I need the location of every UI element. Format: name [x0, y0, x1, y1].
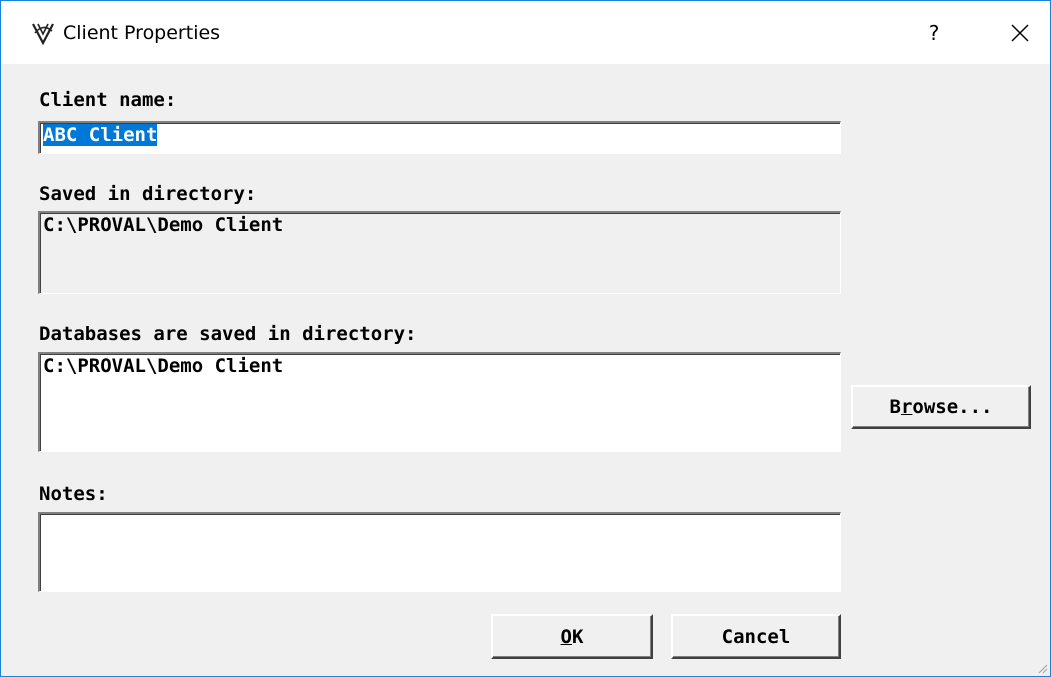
notes-input[interactable] — [38, 512, 841, 592]
ok-mnemonic: O — [560, 625, 572, 648]
client-properties-dialog: Client Properties ? Client name: ABC Cli… — [0, 0, 1051, 677]
cancel-button[interactable]: Cancel — [671, 614, 841, 659]
ok-label-end: K — [572, 625, 584, 648]
window-title: Client Properties — [63, 22, 221, 44]
title-bar[interactable]: Client Properties ? — [1, 1, 1050, 64]
browse-mnemonic: r — [900, 396, 913, 418]
browse-button[interactable]: Br owse... — [851, 385, 1031, 429]
databases-directory-label: Databases are saved in directory: — [39, 323, 417, 345]
app-logo-icon — [32, 23, 54, 45]
saved-directory-field: C:\PROVAL\Demo Client — [38, 211, 841, 294]
client-name-input[interactable]: ABC Client — [38, 121, 841, 154]
close-button[interactable] — [997, 16, 1043, 50]
client-name-value: ABC Client — [43, 124, 158, 146]
browse-label-start: B — [889, 396, 901, 418]
notes-label: Notes: — [39, 483, 108, 505]
browse-label-end: owse... — [912, 396, 993, 418]
saved-directory-label: Saved in directory: — [39, 183, 257, 205]
help-button[interactable]: ? — [911, 16, 957, 50]
databases-directory-field[interactable]: C:\PROVAL\Demo Client — [38, 352, 841, 452]
close-icon — [1011, 24, 1029, 42]
client-name-label: Client name: — [39, 89, 177, 111]
resize-grip-icon[interactable] — [1036, 662, 1048, 674]
ok-button[interactable]: OK — [491, 614, 653, 659]
